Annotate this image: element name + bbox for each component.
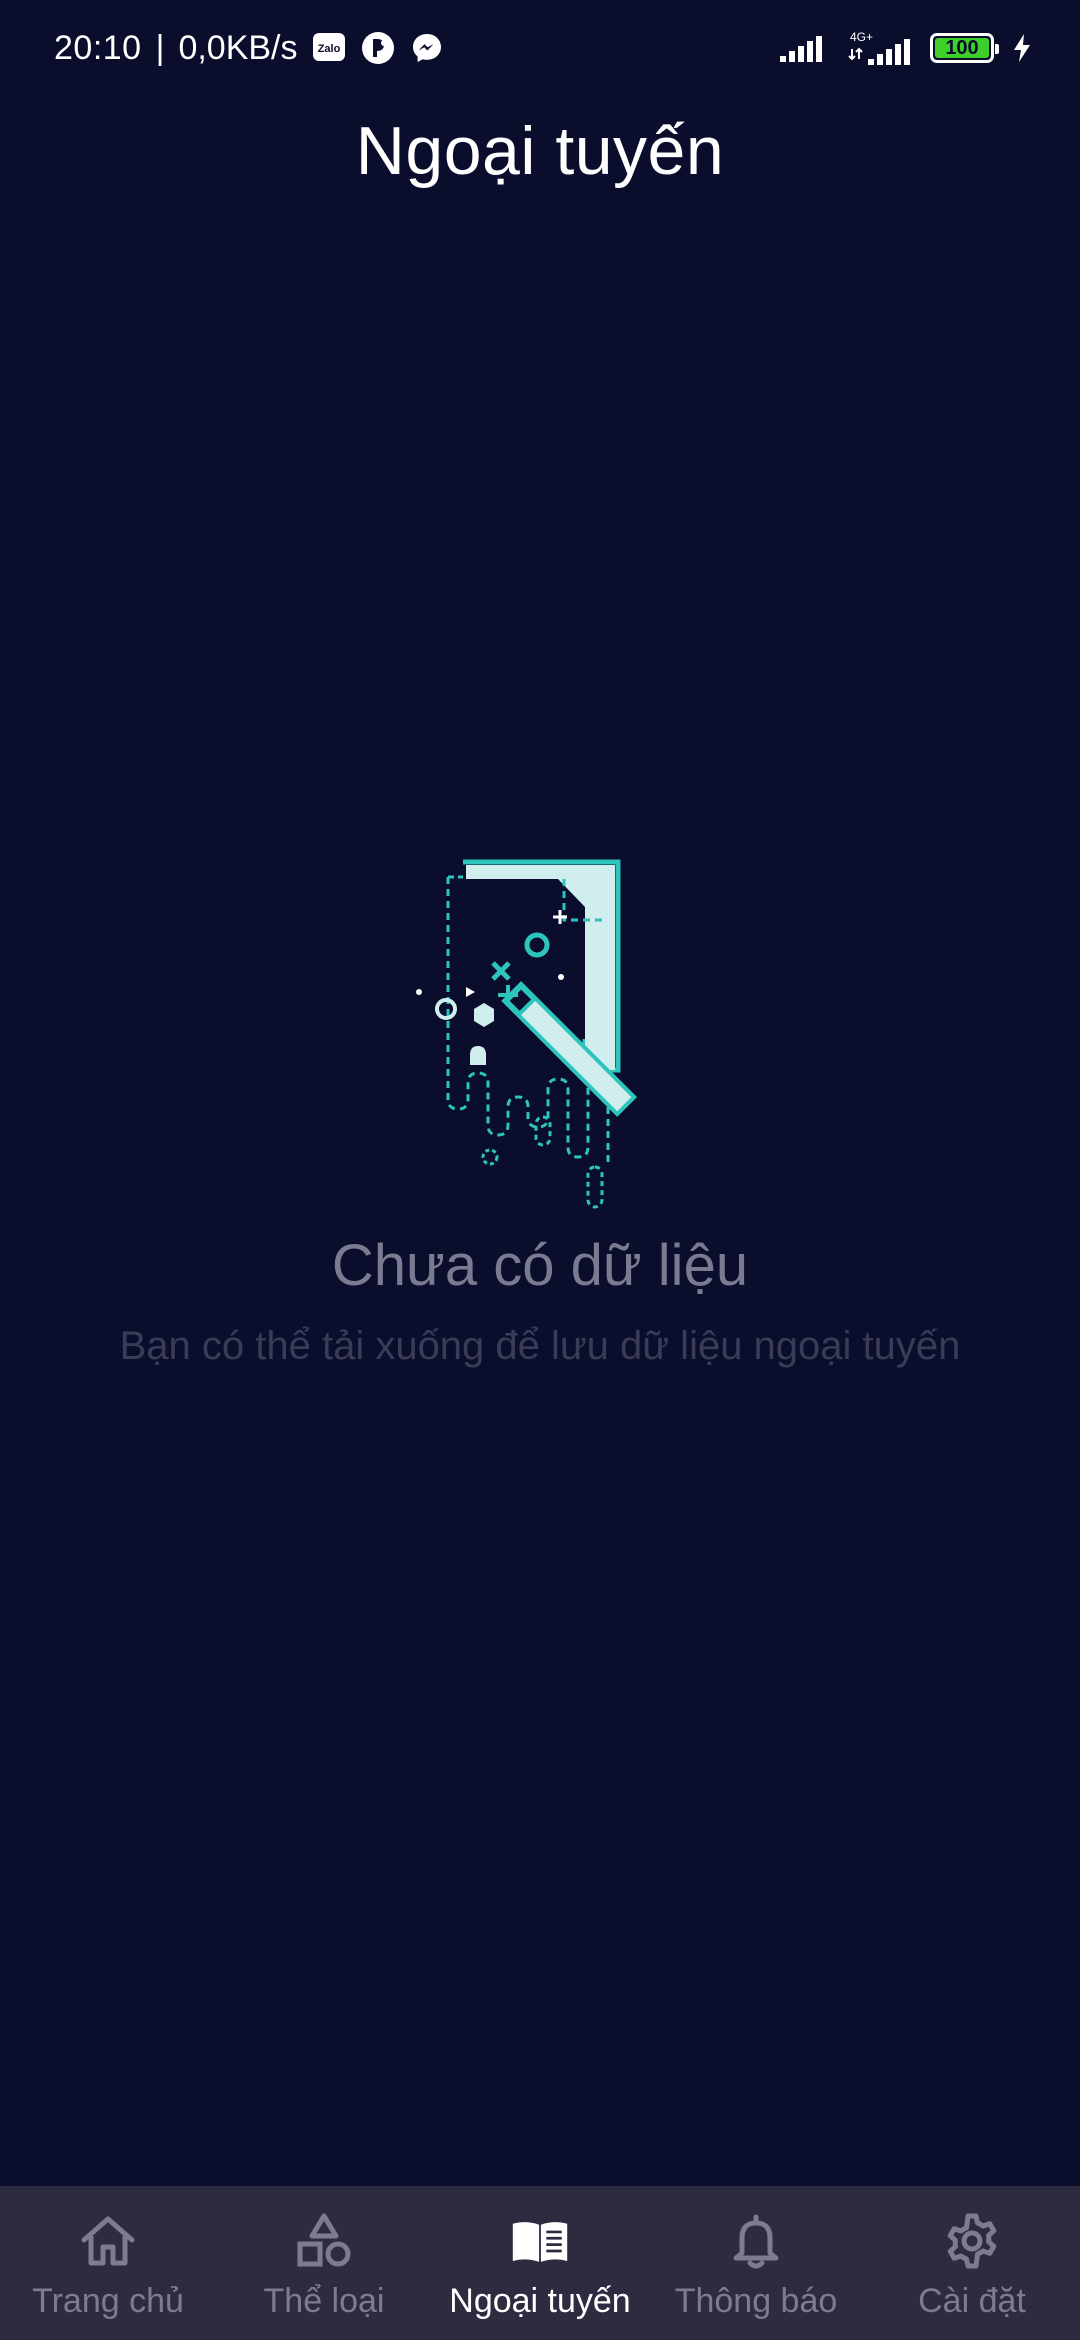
empty-state-title: Chưa có dữ liệu (331, 1233, 749, 1298)
network-speed: 0,0KB/s (178, 28, 298, 67)
network-type: 4G+ (850, 30, 873, 44)
status-time: 20:10 (54, 28, 142, 67)
nav-item-home[interactable]: Trang chủ (0, 2186, 216, 2340)
nav-item-categories-label: Thể loại (263, 2282, 385, 2320)
book-icon (511, 2212, 569, 2270)
zalo-icon-text: Zalo (317, 43, 340, 55)
home-icon (79, 2212, 137, 2270)
categories-icon (295, 2212, 353, 2270)
nav-item-categories[interactable]: Thể loại (216, 2186, 432, 2340)
empty-state-subtitle: Bạn có thể tải xuống để lưu dữ liệu ngoạ… (119, 1324, 961, 1368)
battery-icon: 100 (930, 33, 999, 63)
status-bar: 20:10 | 0,0KB/s Zalo 4G+ 100 (0, 0, 1080, 96)
page-title: Ngoại tuyến (355, 113, 725, 189)
nav-item-notifications-label: Thông báo (674, 2282, 838, 2320)
nav-item-notifications[interactable]: Thông báo (648, 2186, 864, 2340)
zalo-icon: Zalo (312, 32, 346, 64)
signal-4g-icon: 4G+ (848, 29, 912, 67)
gear-icon (943, 2212, 1001, 2270)
status-left: 20:10 | 0,0KB/s Zalo (54, 24, 444, 72)
status-right: 4G+ 100 (780, 24, 1032, 72)
nav-item-settings[interactable]: Cài đặt (864, 2186, 1080, 2340)
notification-app-icon (360, 30, 396, 66)
charging-icon (1012, 33, 1032, 63)
nav-item-home-label: Trang chủ (32, 2282, 184, 2320)
bell-icon (727, 2212, 785, 2270)
status-separator: | (155, 28, 165, 67)
nav-item-offline-label: Ngoại tuyến (449, 2282, 631, 2320)
signal-icon (780, 34, 830, 62)
bottom-navigation: Trang chủ Thể loại Ngoại tuyến Thông báo… (0, 2186, 1080, 2340)
nav-item-offline[interactable]: Ngoại tuyến (432, 2186, 648, 2340)
messenger-icon (410, 31, 444, 65)
battery-level: 100 (945, 37, 979, 59)
nav-item-settings-label: Cài đặt (918, 2282, 1026, 2320)
magic-wand-document-icon (408, 855, 672, 1215)
